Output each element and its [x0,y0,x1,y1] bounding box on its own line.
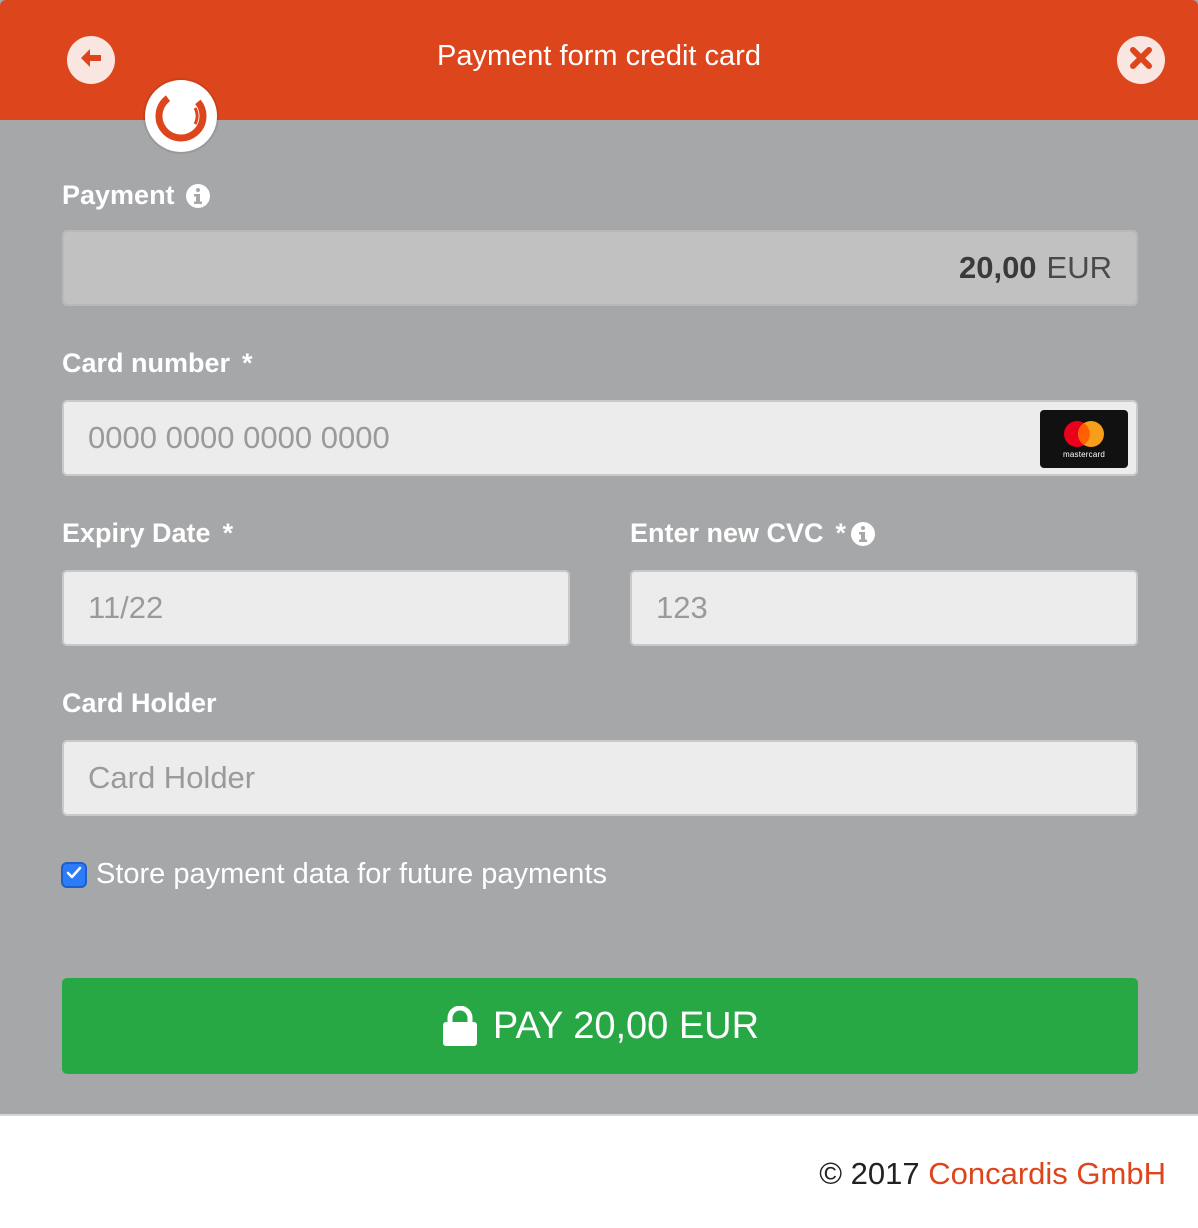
info-icon[interactable] [850,521,876,547]
expiry-date-input[interactable]: 11/22 [62,570,570,646]
close-button[interactable] [1117,36,1165,84]
concardis-logo [145,80,217,152]
mastercard-text: mastercard [1062,449,1105,459]
payment-label: Payment [62,180,211,211]
card-holder-label-text: Card Holder [62,688,217,718]
required-mark: * [222,518,234,548]
card-holder-placeholder: Card Holder [88,760,256,795]
card-number-label-text: Card number [62,348,231,378]
expiry-placeholder: 11/22 [88,590,164,625]
cvc-input[interactable]: 123 [630,570,1138,646]
payment-amount-field: 20,00 EUR [62,230,1138,306]
required-mark: * [835,518,847,548]
copyright-text: © 2017 [819,1156,920,1191]
card-holder-label: Card Holder [62,688,217,719]
cvc-label: Enter new CVC * [630,518,876,549]
card-number-input[interactable]: 0000 0000 0000 0000 mastercard [62,400,1138,476]
expiry-label: Expiry Date * [62,518,233,549]
payment-label-text: Payment [62,180,175,210]
footer: © 2017 Concardis GmbH [0,1114,1198,1228]
pay-button[interactable]: PAY 20,00 EUR [62,978,1138,1074]
card-number-label: Card number * [62,348,253,379]
payment-amount: 20,00 [958,250,1037,285]
required-mark: * [242,348,253,378]
cvc-label-text: Enter new CVC [630,518,824,548]
pay-button-label: PAY 20,00 EUR [492,1004,760,1047]
info-icon[interactable] [185,183,211,209]
company-link[interactable]: Concardis GmbH [928,1156,1166,1191]
checkmark-icon [66,866,82,885]
page-title: Payment form credit card [437,40,761,72]
expiry-label-text: Expiry Date [62,518,211,548]
payment-currency: EUR [1046,250,1112,285]
card-holder-input[interactable]: Card Holder [62,740,1138,816]
footer-copyright: © 2017 Concardis GmbH [819,1156,1166,1192]
mastercard-logo: mastercard [1040,410,1128,468]
cvc-placeholder: 123 [656,590,708,625]
store-payment-checkbox[interactable] [61,862,87,888]
store-payment-label[interactable]: Store payment data for future payments [96,858,607,891]
lock-icon [441,1006,479,1046]
close-icon [1129,46,1153,75]
card-number-placeholder: 0000 0000 0000 0000 [88,420,390,455]
